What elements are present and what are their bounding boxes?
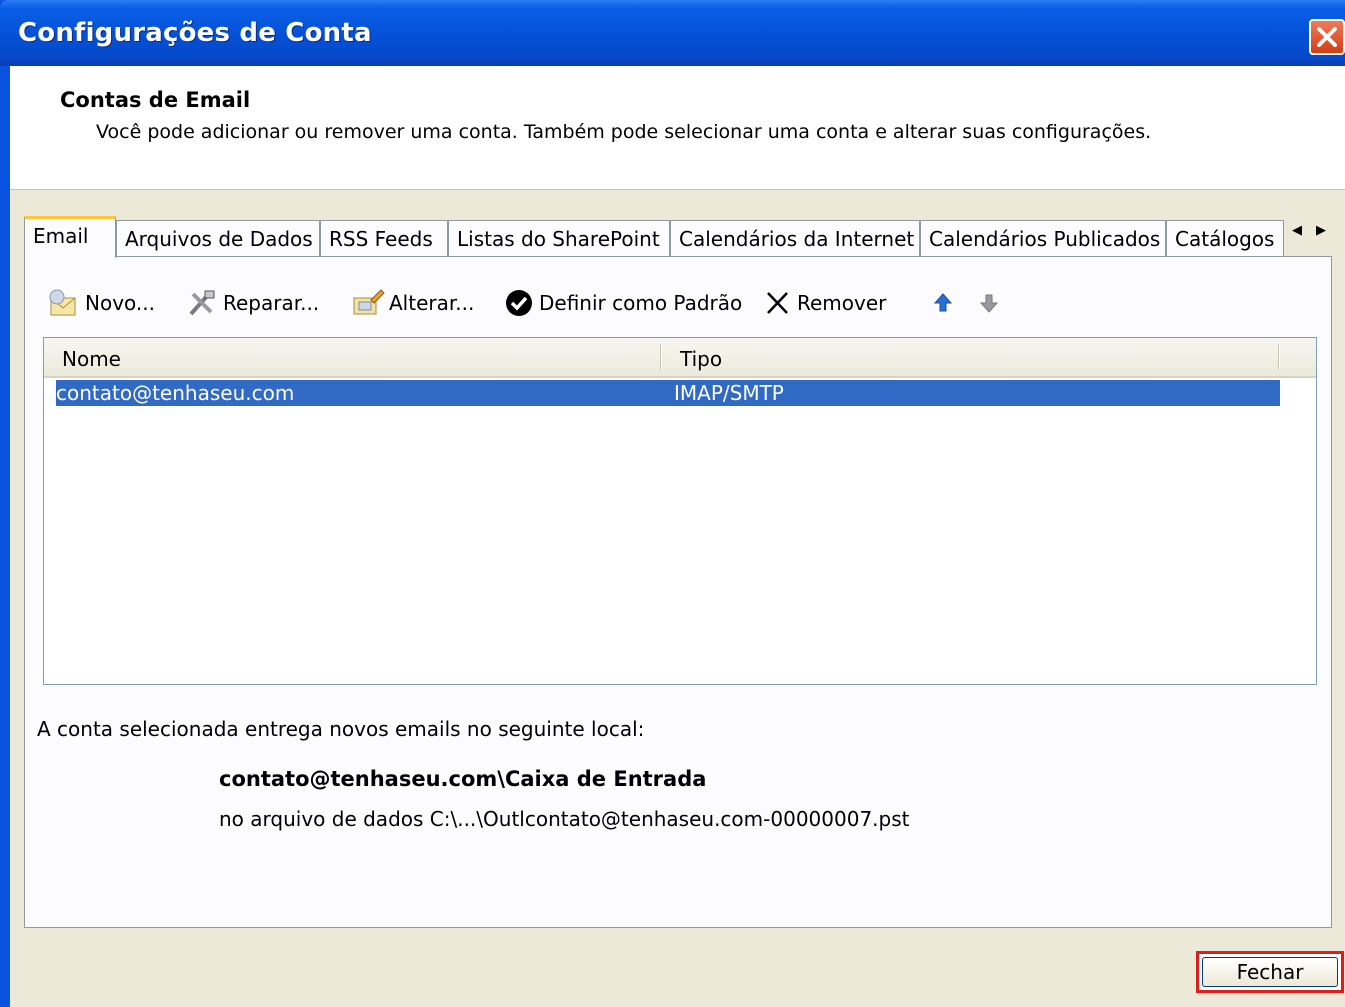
edit-account-icon (351, 288, 385, 318)
column-header-type[interactable]: Tipo (680, 347, 722, 371)
close-x-icon (763, 288, 793, 318)
new-mail-icon (47, 288, 81, 318)
tab-catalogs[interactable]: Catálogos (1166, 220, 1284, 256)
set-default-button-label: Definir como Padrão (539, 291, 743, 315)
tools-icon (185, 288, 219, 318)
tab-email[interactable]: Email (24, 216, 116, 258)
change-button[interactable]: Alterar... (351, 285, 474, 321)
tab-sharepoint-lists[interactable]: Listas do SharePoint (448, 220, 670, 256)
delivery-label: A conta selecionada entrega novos emails… (37, 717, 645, 741)
delivery-folder: contato@tenhaseu.com\Caixa de Entrada (219, 767, 707, 791)
chevron-right-icon[interactable]: ▶ (1311, 223, 1331, 238)
change-button-label: Alterar... (389, 291, 475, 315)
account-type: IMAP/SMTP (674, 381, 784, 405)
arrow-down-icon (977, 288, 1001, 318)
header-area: Contas de Email Você pode adicionar ou r… (10, 66, 1345, 190)
column-header-name[interactable]: Nome (62, 347, 121, 371)
move-down-button[interactable] (977, 285, 1005, 321)
set-default-button[interactable]: Definir como Padrão (505, 285, 742, 321)
new-button-label: Novo... (85, 291, 155, 315)
remove-button-label: Remover (797, 291, 887, 315)
column-divider[interactable] (660, 344, 661, 370)
email-tab-panel: Novo... Reparar... Alterar... Definir co… (24, 256, 1332, 928)
accounts-list[interactable]: Nome Tipo contato@tenhaseu.com IMAP/SMTP (43, 337, 1317, 685)
tab-rss-feeds[interactable]: RSS Feeds (320, 220, 448, 256)
window-title: Configurações de Conta (18, 18, 372, 48)
tab-data-files[interactable]: Arquivos de Dados (116, 220, 320, 256)
move-up-button[interactable] (931, 285, 959, 321)
close-icon[interactable] (1309, 19, 1345, 55)
page-title: Contas de Email (60, 88, 251, 112)
delivery-data-file: no arquivo de dados C:\...\Outlcontato@t… (219, 807, 910, 831)
list-header: Nome Tipo (44, 338, 1316, 378)
new-button[interactable]: Novo... (47, 285, 155, 321)
close-button[interactable]: Fechar (1196, 951, 1344, 993)
list-item[interactable]: contato@tenhaseu.com IMAP/SMTP (56, 380, 1280, 406)
repair-button-label: Reparar... (223, 291, 320, 315)
chevron-left-icon[interactable]: ◀ (1287, 223, 1307, 238)
repair-button[interactable]: Reparar... (185, 285, 319, 321)
title-bar[interactable]: Configurações de Conta (0, 0, 1345, 66)
page-description: Você pode adicionar ou remover uma conta… (96, 121, 1152, 143)
account-settings-window: Configurações de Conta Contas de Email V… (0, 0, 1345, 1007)
close-button-label: Fechar (1202, 957, 1338, 987)
checkmark-circle-icon (505, 288, 535, 318)
toolbar: Novo... Reparar... Alterar... Definir co… (47, 285, 1047, 321)
tab-published-calendars[interactable]: Calendários Publicados (920, 220, 1166, 256)
remove-button[interactable]: Remover (763, 285, 886, 321)
arrow-up-icon (931, 288, 955, 318)
tab-strip: Email Arquivos de Dados RSS Feeds Listas… (24, 216, 1334, 258)
tab-scroll-buttons: ◀ ▶ (1281, 218, 1341, 248)
tab-internet-calendars[interactable]: Calendários da Internet (670, 220, 920, 256)
account-name: contato@tenhaseu.com (56, 381, 295, 405)
column-divider[interactable] (1278, 344, 1279, 370)
